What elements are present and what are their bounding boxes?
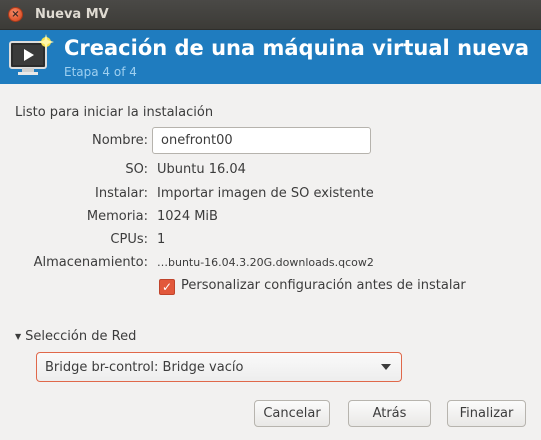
install-value: Importar imagen de SO existente xyxy=(157,186,374,201)
memory-value: 1024 MiB xyxy=(157,209,218,224)
vm-name-value: onefront00 xyxy=(161,133,233,148)
os-value: Ubuntu 16.04 xyxy=(157,162,246,177)
network-expander-label: Selección de Red xyxy=(25,329,137,344)
expander-arrow-icon: ▼ xyxy=(15,332,22,341)
dropdown-arrow-icon xyxy=(381,364,391,370)
close-window-button[interactable]: × xyxy=(8,7,23,22)
customize-checkbox-label[interactable]: Personalizar configuración antes de inst… xyxy=(181,278,466,293)
name-label: Nombre: xyxy=(91,133,148,148)
storage-label: Almacenamiento: xyxy=(33,255,148,270)
storage-value: …buntu-16.04.3.20G.downloads.qcow2 xyxy=(157,256,374,269)
memory-label: Memoria: xyxy=(86,209,148,224)
network-expander[interactable]: ▼ Selección de Red xyxy=(15,329,136,344)
cpus-label: CPUs: xyxy=(110,232,148,247)
finish-button[interactable]: Finalizar xyxy=(447,400,526,427)
window-titlebar: × Nueva MV xyxy=(0,0,541,30)
cpus-value: 1 xyxy=(157,232,166,247)
back-button[interactable]: Atrás xyxy=(348,400,431,427)
step-indicator: Etapa 4 of 4 xyxy=(64,65,137,79)
page-title: Creación de una máquina virtual nueva xyxy=(64,36,530,60)
ready-heading: Listo para iniciar la instalación xyxy=(15,105,214,120)
customize-checkbox[interactable]: ✓ xyxy=(159,279,175,295)
install-label: Instalar: xyxy=(95,186,148,201)
cancel-button[interactable]: Cancelar xyxy=(254,400,330,427)
vm-name-input[interactable]: onefront00 xyxy=(152,127,371,154)
os-label: SO: xyxy=(125,162,148,177)
network-select[interactable]: Bridge br-control: Bridge vacío xyxy=(36,352,402,382)
new-vm-monitor-icon xyxy=(9,34,54,75)
window-title: Nueva MV xyxy=(35,7,109,22)
checkmark-icon: ✓ xyxy=(161,280,173,294)
network-select-value: Bridge br-control: Bridge vacío xyxy=(45,359,244,375)
close-icon: × xyxy=(11,8,20,20)
